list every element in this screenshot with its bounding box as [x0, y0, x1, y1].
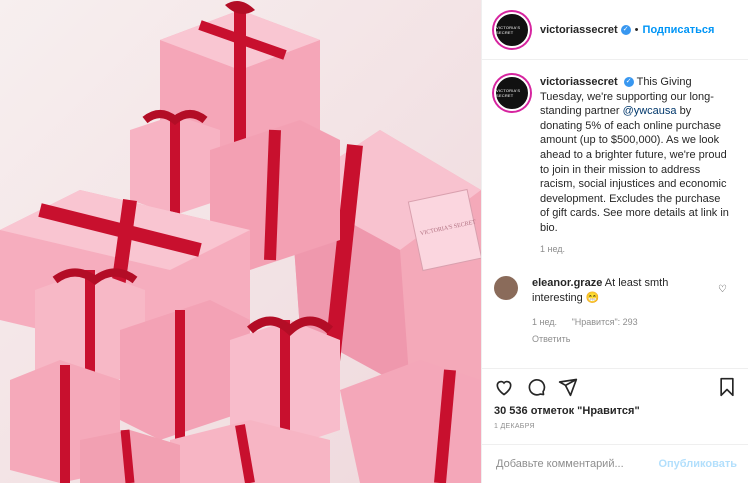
caption: VICTORIA'S SECRET victoriassecret ✓ This…: [482, 61, 748, 256]
comment-emoji: 😁: [585, 291, 600, 304]
verified-icon: ✓: [620, 24, 631, 35]
avatar[interactable]: VICTORIA'S SECRET: [494, 11, 530, 48]
post-image[interactable]: VICTORIA'S SECRET: [0, 0, 481, 483]
separator-dot: •: [634, 23, 639, 36]
comment-avatar[interactable]: [494, 276, 518, 301]
share-icon[interactable]: [558, 377, 578, 397]
caption-avatar[interactable]: VICTORIA'S SECRET: [494, 75, 530, 111]
post-actions: 30 536 отметок "Нравится" 1 ДЕКАБРЯ: [482, 368, 748, 430]
avatar-text: VICTORIA'S SECRET: [496, 24, 521, 35]
comment-likes[interactable]: "Нравится": 293: [572, 317, 638, 327]
likes-count[interactable]: 30 536 отметок "Нравится": [494, 405, 737, 417]
verified-icon: ✓: [623, 77, 634, 88]
add-comment-bar: Опубликовать: [482, 444, 748, 483]
caption-text: victoriassecret ✓ This Giving Tuesday, w…: [540, 75, 730, 256]
comment-time[interactable]: 1 нед.: [532, 317, 557, 327]
post-date[interactable]: 1 ДЕКАБРЯ: [494, 423, 737, 430]
comments-list[interactable]: VICTORIA'S SECRET victoriassecret ✓ This…: [482, 61, 748, 361]
follow-button[interactable]: Подписаться: [643, 24, 715, 36]
comment-item: i_am_jasmune ❤️❤️❤️❤️❤️: [482, 347, 748, 362]
comment-body: eleanor.graze At least smth interesting …: [532, 276, 722, 346]
heart-icon[interactable]: [494, 377, 514, 397]
gift-boxes-image: VICTORIA'S SECRET: [0, 0, 481, 483]
header-username[interactable]: victoriassecret: [540, 24, 618, 36]
caption-time[interactable]: 1 нед.: [540, 242, 730, 257]
caption-body-end: by donating 5% of each online purchase a…: [540, 105, 729, 234]
comment-input[interactable]: [494, 457, 659, 471]
comment-username[interactable]: eleanor.graze: [532, 277, 602, 289]
reply-button[interactable]: Ответить: [532, 332, 722, 347]
comment-item: eleanor.graze At least smth interesting …: [482, 256, 748, 346]
caption-username[interactable]: victoriassecret: [540, 76, 618, 88]
post-comment-button[interactable]: Опубликовать: [658, 458, 737, 470]
post-header: VICTORIA'S SECRET victoriassecret ✓ • По…: [482, 0, 748, 60]
bookmark-icon[interactable]: [717, 377, 737, 397]
comment-meta: 1 нед. "Нравится": 293: [532, 315, 722, 330]
comment-icon[interactable]: [526, 377, 546, 397]
avatar-text: VICTORIA'S SECRET: [496, 88, 521, 98]
comment-like-icon[interactable]: ♡: [718, 284, 727, 295]
caption-mention[interactable]: @ywcausa: [623, 105, 677, 117]
comment-body: i_am_jasmune ❤️❤️❤️❤️❤️: [532, 361, 722, 362]
comment-avatar[interactable]: [494, 360, 518, 361]
post-sidebar: VICTORIA'S SECRET victoriassecret ✓ • По…: [481, 0, 748, 483]
